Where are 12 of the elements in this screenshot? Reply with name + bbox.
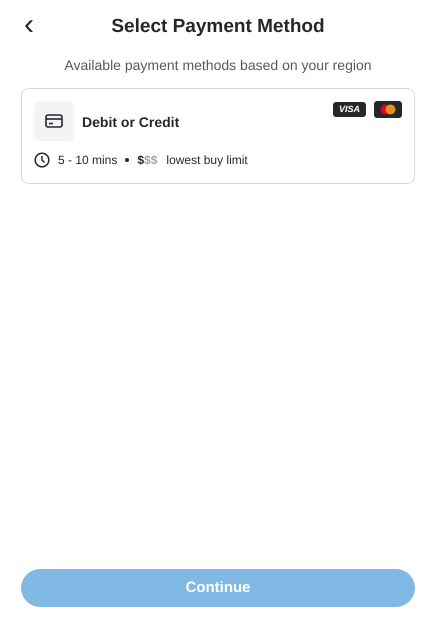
back-button[interactable]: ‹ — [21, 10, 37, 44]
visa-badge: VISA — [332, 102, 366, 117]
card-brand-icon — [374, 101, 402, 118]
credit-card-icon — [45, 114, 63, 128]
subtitle: Available payment methods based on your region — [63, 56, 373, 75]
method-name: Debit or Credit — [82, 113, 180, 132]
payment-method-card[interactable]: Debit or Credit VISA 5 - 10 mins $$$ lowest buy limit — [21, 88, 415, 184]
cost-indicator: $$$ — [137, 152, 158, 169]
processing-time: 5 - 10 mins — [58, 152, 118, 169]
limit-text: lowest buy limit — [166, 152, 248, 169]
page-title: Select Payment Method — [110, 14, 326, 39]
clock-icon — [34, 152, 50, 168]
